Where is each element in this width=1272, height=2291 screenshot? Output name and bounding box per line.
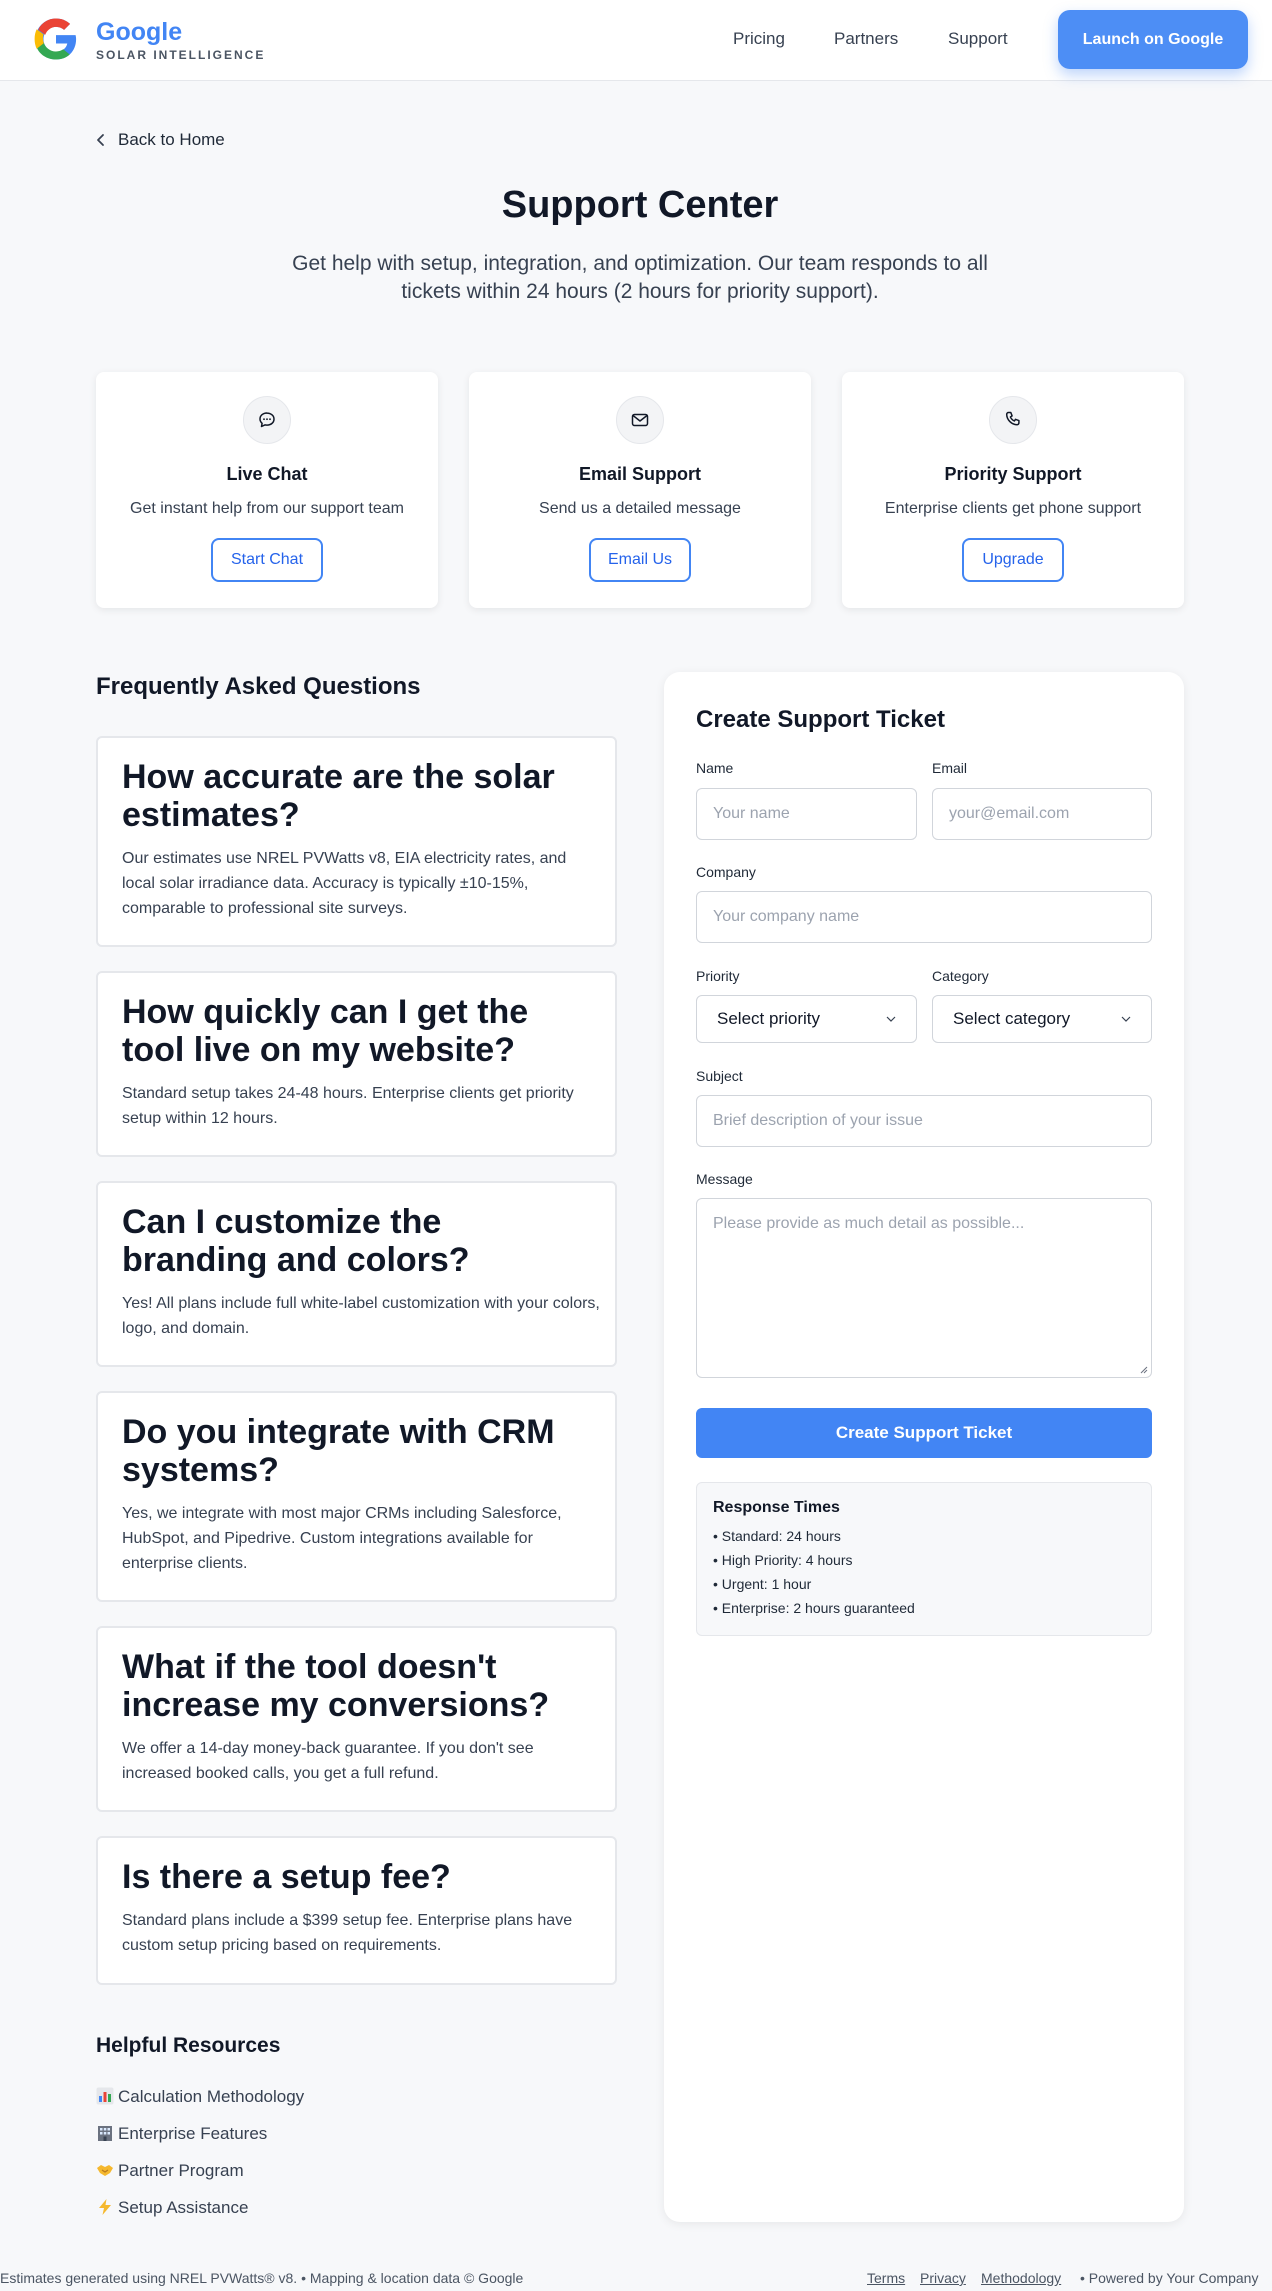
faq-heading: Frequently Asked Questions (96, 673, 421, 700)
card-title: Live Chat (226, 464, 308, 484)
company-input[interactable]: Your company name (696, 891, 1152, 943)
response-time-item: • Urgent: 1 hour (713, 1576, 812, 1592)
chevron-down-icon (1121, 1016, 1131, 1022)
bar-chart-icon (96, 2087, 116, 2107)
faq-answer: Yes! All plans include full white-label … (122, 1295, 600, 1337)
lightning-icon (96, 2198, 116, 2218)
launch-button[interactable]: Launch on Google (1058, 10, 1248, 69)
card-title: Priority Support (944, 464, 1082, 484)
response-time-item: • Enterprise: 2 hours guaranteed (713, 1600, 915, 1616)
priority-support-card: Priority Support Enterprise clients get … (842, 372, 1184, 608)
support-ticket-panel: Create Support Ticket Name Your name Ema… (664, 672, 1184, 2222)
faq-answer: Standard setup takes 24-48 hours. Enterp… (122, 1085, 574, 1127)
footer-link-methodology[interactable]: Methodology (981, 2270, 1061, 2286)
resource-link[interactable]: Calculation Methodology (96, 2087, 304, 2107)
faq-question: What if the tool doesn't increase my con… (122, 1648, 550, 1724)
footer-link-privacy[interactable]: Privacy (920, 2270, 966, 2286)
faq-answer: Our estimates use NREL PVWatts v8, EIA e… (122, 850, 567, 917)
message-placeholder: Please provide as much detail as possibl… (713, 1215, 1025, 1232)
nav-partners[interactable]: Partners (834, 29, 898, 49)
faq-answer: Yes, we integrate with most major CRMs i… (122, 1505, 562, 1572)
category-select-value: Select category (953, 1009, 1071, 1028)
faq-item[interactable]: What if the tool doesn't increase my con… (96, 1626, 617, 1812)
name-input[interactable]: Your name (696, 788, 917, 840)
response-time-item: • High Priority: 4 hours (713, 1552, 853, 1568)
response-time-item: • Standard: 24 hours (713, 1528, 841, 1544)
brand-name: Google (96, 18, 183, 46)
back-link-label: Back to Home (118, 130, 225, 149)
building-icon (96, 2124, 116, 2144)
resource-link[interactable]: Setup Assistance (96, 2198, 248, 2218)
chevron-left-icon (97, 134, 104, 146)
start-chat-button[interactable]: Start Chat (211, 538, 323, 582)
faq-question: Do you integrate with CRM systems? (122, 1413, 555, 1489)
faq-question: Can I customize the branding and colors? (122, 1203, 470, 1279)
card-description: Send us a detailed message (539, 500, 741, 517)
email-label: Email (932, 760, 968, 776)
resources-heading: Helpful Resources (96, 2034, 281, 2057)
faq-item[interactable]: Do you integrate with CRM systems? Yes, … (96, 1391, 617, 1602)
footer-powered-by: • Powered by Your Company (1080, 2270, 1259, 2286)
nav-support[interactable]: Support (948, 29, 1008, 49)
resource-label: Partner Program (118, 2161, 244, 2180)
faq-answer: We offer a 14-day money-back guarantee. … (122, 1740, 534, 1782)
google-logo[interactable] (32, 15, 80, 63)
ticket-title: Create Support Ticket (696, 706, 945, 733)
nav-pricing[interactable]: Pricing (733, 29, 785, 49)
resource-label: Calculation Methodology (118, 2087, 305, 2106)
category-select[interactable]: Select category (932, 995, 1152, 1043)
phone-icon (989, 396, 1037, 444)
chevron-down-icon (886, 1016, 896, 1022)
email-input[interactable]: your@email.com (932, 788, 1152, 840)
resource-label: Setup Assistance (118, 2198, 249, 2217)
brand-subtitle: SOLAR INTELLIGENCE (96, 48, 266, 62)
response-times-box: Response Times • Standard: 24 hours • Hi… (696, 1482, 1152, 1636)
header: Google SOLAR INTELLIGENCE Pricing Partne… (0, 0, 1272, 81)
live-chat-card: Live Chat Get instant help from our supp… (96, 372, 438, 608)
upgrade-button[interactable]: Upgrade (962, 538, 1064, 582)
company-label: Company (696, 864, 756, 880)
message-label: Message (696, 1171, 753, 1187)
footer-attribution: Estimates generated using NREL PVWatts® … (0, 2270, 524, 2286)
response-times-title: Response Times (713, 1499, 840, 1516)
subject-input[interactable]: Brief description of your issue (696, 1095, 1152, 1147)
faq-item[interactable]: How quickly can I get the tool live on m… (96, 971, 617, 1157)
card-description: Get instant help from our support team (130, 500, 404, 517)
resource-link[interactable]: Partner Program (96, 2161, 244, 2181)
resource-link[interactable]: Enterprise Features (96, 2124, 267, 2144)
page-title: Support Center (501, 184, 779, 226)
resource-label: Enterprise Features (118, 2124, 268, 2143)
faq-item[interactable]: How accurate are the solar estimates? Ou… (96, 736, 617, 947)
card-title: Email Support (578, 464, 701, 484)
subject-label: Subject (696, 1068, 743, 1084)
mail-icon (616, 396, 664, 444)
faq-question: How quickly can I get the tool live on m… (122, 993, 529, 1069)
card-description: Enterprise clients get phone support (884, 500, 1142, 517)
faq-question: How accurate are the solar estimates? (122, 758, 555, 834)
resize-handle-icon[interactable] (1139, 1365, 1148, 1374)
page-subtitle: Get help with setup, integration, and op… (292, 252, 988, 303)
faq-answer: Standard plans include a $399 setup fee.… (122, 1912, 573, 1954)
email-us-button[interactable]: Email Us (589, 538, 691, 582)
handshake-icon (96, 2161, 116, 2181)
create-ticket-button[interactable]: Create Support Ticket (696, 1408, 1152, 1458)
faq-question: Is there a setup fee? (122, 1858, 451, 1896)
email-support-card: Email Support Send us a detailed message… (469, 372, 811, 608)
priority-select[interactable]: Select priority (696, 995, 917, 1043)
faq-item[interactable]: Is there a setup fee? Standard plans inc… (96, 1836, 617, 1985)
priority-label: Priority (696, 968, 740, 984)
back-link[interactable]: Back to Home (96, 130, 225, 150)
faq-item[interactable]: Can I customize the branding and colors?… (96, 1181, 617, 1367)
category-label: Category (932, 968, 989, 984)
name-label: Name (696, 760, 734, 776)
chat-icon (243, 396, 291, 444)
footer-link-terms[interactable]: Terms (867, 2270, 905, 2286)
priority-select-value: Select priority (717, 1009, 820, 1028)
message-textarea[interactable]: Please provide as much detail as possibl… (696, 1198, 1152, 1378)
